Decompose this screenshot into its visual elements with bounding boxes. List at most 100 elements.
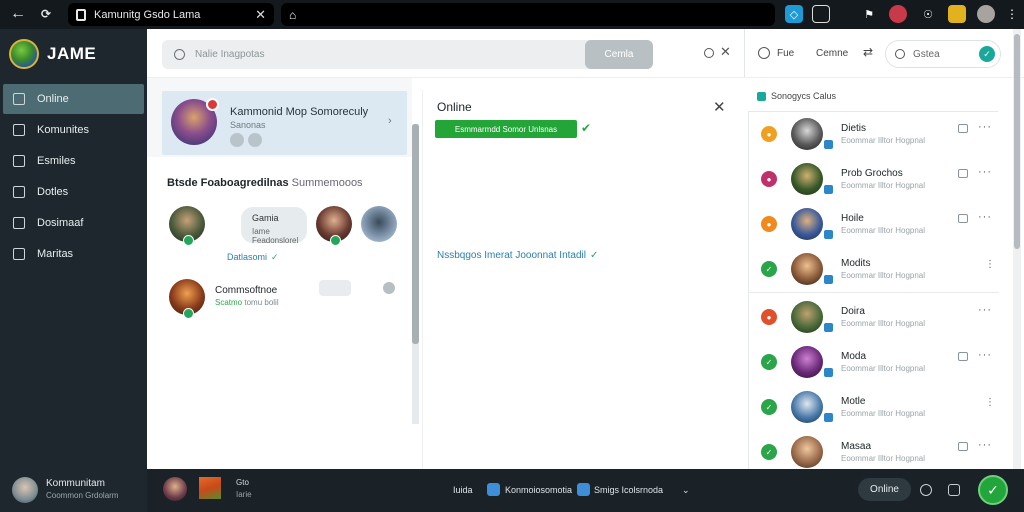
sidebar-item-komunites[interactable]: Komunites bbox=[3, 115, 144, 145]
friend-menu-icon[interactable] bbox=[383, 282, 395, 294]
contact-row[interactable]: ✓ Moda Eoommar Illtor Hogpnal ··· bbox=[749, 340, 999, 385]
recent-avatar[interactable] bbox=[163, 477, 187, 501]
friends-panel: Btsde Foaboagredilnas Summemooos Gamia Ia… bbox=[147, 157, 412, 469]
chevron-right-icon[interactable]: › bbox=[388, 115, 392, 127]
friends-link[interactable]: Datlasomi ✓ bbox=[227, 252, 279, 263]
contact-row[interactable]: ✓ Modits Eoommar Illtor Hogpnal ⋮ bbox=[749, 247, 999, 293]
message-icon[interactable] bbox=[958, 442, 968, 451]
message-icon[interactable] bbox=[958, 124, 968, 133]
bottom-label-c[interactable]: Smigs Icolsrnoda bbox=[594, 485, 663, 495]
shuffle-icon[interactable]: ⇄ bbox=[863, 45, 873, 59]
close-tab-icon[interactable]: ✕ bbox=[255, 7, 266, 23]
message-icon[interactable] bbox=[958, 214, 968, 223]
more-icon[interactable]: ··· bbox=[978, 304, 992, 316]
extension-box-icon[interactable] bbox=[812, 5, 830, 23]
user-name: Kommunitam bbox=[46, 478, 105, 489]
scrollbar-thumb[interactable] bbox=[1014, 34, 1020, 249]
contact-row[interactable]: ● Dietis Eoommar Illtor Hogpnal ··· bbox=[749, 112, 999, 157]
friend-action-pill[interactable] bbox=[319, 280, 351, 296]
profile-avatar-icon[interactable] bbox=[977, 5, 995, 23]
share-icon[interactable] bbox=[248, 133, 262, 147]
contact-row[interactable]: ✓ Motle Eoommar Illtor Hogpnal ⋮ bbox=[749, 385, 999, 430]
browser-tab[interactable]: Kamunitg Gsdo Lama ✕ bbox=[68, 3, 274, 26]
more-icon[interactable]: ··· bbox=[978, 121, 992, 133]
mini-label: Gto bbox=[236, 478, 249, 487]
extension-puzzle-icon[interactable] bbox=[948, 5, 966, 23]
back-arrow-icon[interactable]: ← bbox=[8, 4, 28, 24]
search-icon bbox=[895, 49, 905, 59]
online-tag[interactable]: Esmmarmdd Somor Unlsnas bbox=[435, 120, 577, 138]
search-button[interactable]: Cemla bbox=[585, 40, 653, 69]
home-icon[interactable]: ⌂ bbox=[289, 8, 296, 22]
brand[interactable]: JAME bbox=[0, 29, 147, 79]
close-icon[interactable]: ✕ bbox=[713, 98, 726, 116]
bottom-label-b[interactable]: Konmoiosomotia bbox=[505, 485, 572, 495]
game-thumbnail[interactable] bbox=[199, 477, 221, 499]
close-icon[interactable]: ✕ bbox=[720, 44, 731, 60]
sidebar-item-esmiles[interactable]: Esmiles bbox=[3, 146, 144, 176]
sidebar-item-online[interactable]: Online bbox=[3, 84, 144, 114]
gear-icon[interactable] bbox=[758, 47, 770, 59]
sidebar-item-dotles[interactable]: Dotles bbox=[3, 177, 144, 207]
contact-name: Motle bbox=[841, 396, 866, 407]
vertical-more-icon[interactable]: ⋮ bbox=[985, 397, 995, 408]
extension-flag-icon[interactable]: ⚑ bbox=[860, 5, 878, 23]
menu-dots-icon[interactable]: ⋮ bbox=[1003, 5, 1021, 23]
reaction-icon[interactable] bbox=[230, 133, 244, 147]
community-icon bbox=[13, 124, 25, 136]
address-bar[interactable]: ⌂ bbox=[281, 3, 775, 26]
more-icon[interactable]: ··· bbox=[978, 349, 992, 361]
more-icon[interactable]: ··· bbox=[978, 166, 992, 178]
search-go-icon[interactable]: ✓ bbox=[979, 46, 995, 62]
contact-avatar bbox=[791, 346, 823, 378]
contact-name: Modits bbox=[841, 258, 871, 269]
extension-blue-icon[interactable]: ◇ bbox=[785, 5, 803, 23]
group-card[interactable]: Kammonid Mop Somoreculy Sanonas › bbox=[162, 91, 407, 155]
contact-search-input[interactable]: Gstea ✓ bbox=[885, 40, 1001, 68]
app-icon[interactable] bbox=[487, 483, 500, 496]
page-scrollbar[interactable] bbox=[1013, 29, 1021, 469]
platform-icon bbox=[823, 367, 834, 378]
sidebar-item-dosimaaf[interactable]: Dosimaaf bbox=[3, 208, 144, 238]
contact-row[interactable]: ● Doira Eoommar Illtor Hogpnal ··· bbox=[749, 295, 999, 340]
contact-avatar bbox=[791, 208, 823, 240]
bottom-bar: Kommunitam Coommon Grdolarm Gto Iarie Iu… bbox=[0, 469, 1024, 512]
more-icon[interactable]: ··· bbox=[978, 439, 992, 451]
header-label-fue[interactable]: Fue bbox=[777, 48, 794, 59]
extension-avatar-icon[interactable] bbox=[889, 5, 907, 23]
online-check-icon bbox=[330, 235, 341, 246]
message-bubble[interactable]: Gamia Iame Feadonslorel bbox=[241, 207, 307, 245]
bell-icon[interactable] bbox=[948, 484, 960, 496]
contact-sub: Eoommar Illtor Hogpnal bbox=[841, 364, 926, 373]
reload-icon[interactable]: ⟳ bbox=[36, 4, 56, 24]
bottom-label-a[interactable]: Iuida bbox=[453, 485, 473, 495]
game-launch-icon[interactable]: ✓ bbox=[978, 475, 1008, 505]
sidebar-item-label: Esmiles bbox=[37, 155, 76, 167]
contact-row[interactable]: ● Hoile Eoommar Illtor Hogpnal ··· bbox=[749, 202, 999, 247]
header-label-cemne[interactable]: Cemne bbox=[816, 48, 848, 59]
contact-row[interactable]: ● Prob Grochos Eoommar Illtor Hogpnal ··… bbox=[749, 157, 999, 202]
status-circle-icon[interactable] bbox=[704, 48, 714, 58]
message-icon[interactable] bbox=[958, 352, 968, 361]
sidebar-item-maritas[interactable]: Maritas bbox=[3, 239, 144, 269]
online-note[interactable]: Nssbqgos Imerat Jooonnat Intadil ✓ bbox=[437, 250, 598, 261]
friend-avatar[interactable] bbox=[361, 206, 397, 242]
current-user[interactable]: Kommunitam Coommon Grdolarm bbox=[0, 469, 147, 512]
contact-list-title: Sonogycs Calus bbox=[771, 91, 837, 101]
media-icon[interactable] bbox=[577, 483, 590, 496]
settings-icon[interactable] bbox=[920, 484, 932, 496]
friends-column: Kammonid Mop Somoreculy Sanonas › Btsde … bbox=[147, 78, 412, 469]
vertical-more-icon[interactable]: ⋮ bbox=[985, 259, 995, 270]
chevron-icon[interactable]: ⌄ bbox=[682, 485, 690, 496]
search-bar[interactable]: Nalie Inagpotas Cemla bbox=[162, 40, 653, 69]
online-button[interactable]: Online bbox=[858, 478, 911, 501]
status-icon: ✓ bbox=[761, 444, 777, 460]
message-icon[interactable] bbox=[958, 169, 968, 178]
extension-chat-icon[interactable]: ☉ bbox=[919, 5, 937, 23]
more-icon[interactable]: ··· bbox=[978, 211, 992, 223]
status-icon: ● bbox=[761, 309, 777, 325]
scrollbar-thumb[interactable] bbox=[412, 124, 419, 344]
contact-name: Hoile bbox=[841, 213, 864, 224]
platform-icon bbox=[823, 274, 834, 285]
friends-scrollbar[interactable] bbox=[412, 124, 419, 424]
